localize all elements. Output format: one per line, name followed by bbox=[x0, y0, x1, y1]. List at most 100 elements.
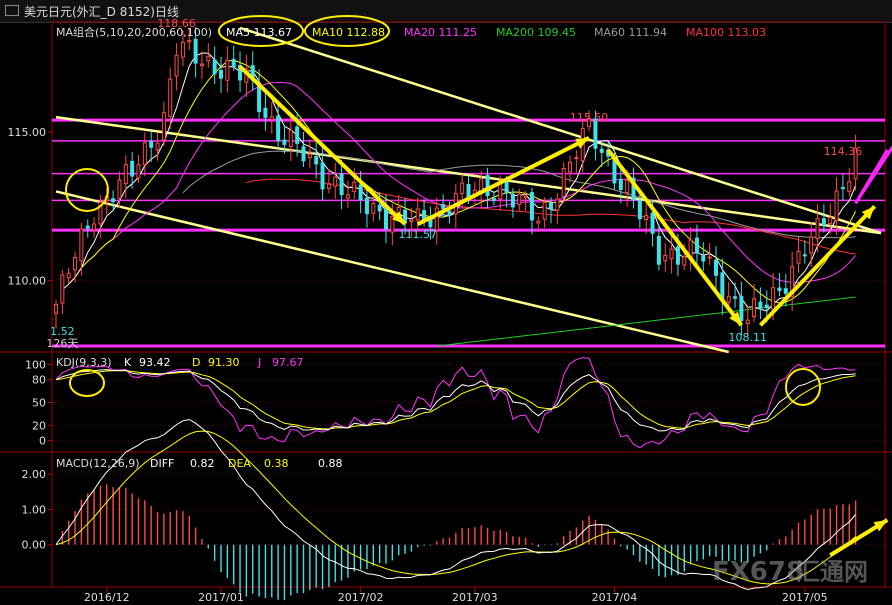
candle-body bbox=[771, 287, 776, 310]
candle-body bbox=[282, 139, 287, 145]
candle-body bbox=[123, 163, 128, 185]
candle-body bbox=[130, 160, 135, 177]
candle-body bbox=[212, 59, 217, 75]
kdj-legend-key: K bbox=[124, 356, 132, 369]
price-annotation: 118.66 bbox=[157, 17, 196, 30]
price-annotation: 114.36 bbox=[824, 145, 863, 158]
candle-body bbox=[314, 156, 319, 165]
candle-body bbox=[574, 157, 579, 160]
candle-body bbox=[174, 54, 179, 77]
price-annotation: 115.50 bbox=[570, 111, 609, 124]
candle-body bbox=[155, 142, 160, 151]
candle-body bbox=[599, 148, 604, 153]
y-tick-label: 115.00 bbox=[8, 126, 47, 139]
candle-body bbox=[168, 78, 173, 117]
kdj-d-line bbox=[55, 370, 856, 430]
candle-body bbox=[656, 235, 661, 265]
candle-body bbox=[193, 38, 198, 64]
candle-body bbox=[60, 274, 65, 304]
macd-legend-value: 0.82 bbox=[190, 457, 215, 470]
candle-body bbox=[199, 63, 204, 67]
ma-legend-item: MA60 111.94 bbox=[594, 26, 667, 39]
candle-body bbox=[529, 192, 534, 221]
x-tick-label: 2016/12 bbox=[84, 591, 130, 604]
candle-body bbox=[809, 236, 814, 254]
candle-body bbox=[333, 176, 338, 187]
candle-body bbox=[384, 207, 388, 230]
price-annotation: 1.52 bbox=[50, 325, 75, 338]
y-tick-label: 2.00 bbox=[22, 468, 47, 481]
candle-body bbox=[542, 201, 547, 220]
kdj-panel[interactable]: 100 80 50 20 0 KDJ(9,3,3) K 93.42 D 91.30 J 97.67 bbox=[25, 356, 885, 449]
x-tick-label: 2017/02 bbox=[338, 591, 384, 604]
price-annotation: 126天 bbox=[46, 337, 78, 350]
annotation-overlay: FX678汇通网 bbox=[65, 15, 892, 587]
candle-body bbox=[409, 219, 414, 223]
candle-body bbox=[111, 198, 116, 203]
candle-body bbox=[745, 319, 750, 324]
candle-body bbox=[358, 184, 363, 200]
candle-body bbox=[752, 298, 757, 318]
candle-body bbox=[460, 182, 465, 194]
y-tick-label: 50 bbox=[32, 397, 46, 410]
macd-legend-key: DEA bbox=[228, 457, 251, 470]
candle-body bbox=[669, 248, 674, 260]
candle-body bbox=[815, 218, 820, 239]
price-highlight-circle bbox=[65, 168, 109, 212]
candle-body bbox=[117, 179, 122, 199]
candle-body bbox=[263, 107, 268, 118]
candle-body bbox=[180, 41, 185, 58]
candle-body bbox=[758, 301, 763, 309]
candle-body bbox=[288, 129, 293, 147]
macd-legend-key: DIFF bbox=[150, 457, 174, 470]
x-tick-label: 2017/01 bbox=[198, 591, 244, 604]
price-panel[interactable]: 115.00110.00MA组合(5,10,20,200,60,100) MA5 … bbox=[8, 17, 886, 354]
candle-body bbox=[510, 193, 515, 208]
watermark-logo-text: FX678 bbox=[712, 557, 804, 587]
candle-body bbox=[371, 202, 376, 214]
candle-body bbox=[447, 210, 452, 217]
candle-body bbox=[485, 174, 490, 197]
candle-body bbox=[276, 115, 281, 142]
x-tick-label: 2017/03 bbox=[452, 591, 498, 604]
candle-body bbox=[231, 59, 236, 67]
candle-body bbox=[206, 55, 211, 62]
candle-body bbox=[618, 178, 623, 190]
candle-body bbox=[523, 195, 528, 199]
candle-body bbox=[269, 116, 274, 121]
kdj-j-line bbox=[55, 357, 856, 449]
candle-body bbox=[326, 183, 331, 189]
candle-body bbox=[92, 223, 97, 231]
candle-body bbox=[682, 256, 687, 266]
chart-area[interactable]: 115.00110.00MA组合(5,10,20,200,60,100) MA5 … bbox=[0, 0, 892, 605]
candle-body bbox=[777, 287, 782, 291]
candle-body bbox=[307, 153, 312, 159]
y-tick-label: 80 bbox=[32, 374, 46, 387]
candle-body bbox=[491, 198, 496, 201]
ma-legend-item: MA5 113.67 bbox=[226, 26, 292, 39]
candle-body bbox=[821, 218, 826, 226]
candle-body bbox=[149, 141, 154, 148]
candle-body bbox=[612, 158, 617, 184]
candle-body bbox=[364, 197, 369, 215]
candle-body bbox=[644, 214, 649, 221]
candle-body bbox=[847, 181, 852, 192]
candle-body bbox=[301, 146, 306, 162]
candle-body bbox=[54, 303, 58, 314]
y-tick-label: 20 bbox=[32, 419, 46, 432]
y-tick-label: 100 bbox=[25, 358, 46, 371]
kdj-legend-value: 93.42 bbox=[139, 356, 171, 369]
candle-body bbox=[739, 295, 744, 321]
candle-body bbox=[561, 167, 566, 197]
candle-body bbox=[701, 255, 706, 262]
y-tick-label: 110.00 bbox=[8, 275, 47, 288]
price-annotation: 111.57 bbox=[398, 228, 437, 241]
ma-legend-item: MA200 109.45 bbox=[496, 26, 576, 39]
kdj-legend-key: D bbox=[192, 356, 200, 369]
candle-body bbox=[219, 70, 223, 79]
price-annotation: 108.11 bbox=[728, 331, 767, 344]
candle-body bbox=[796, 250, 801, 264]
chart-frame bbox=[0, 21, 892, 588]
y-tick-label: 0 bbox=[39, 435, 46, 448]
channel-line bbox=[239, 26, 882, 235]
